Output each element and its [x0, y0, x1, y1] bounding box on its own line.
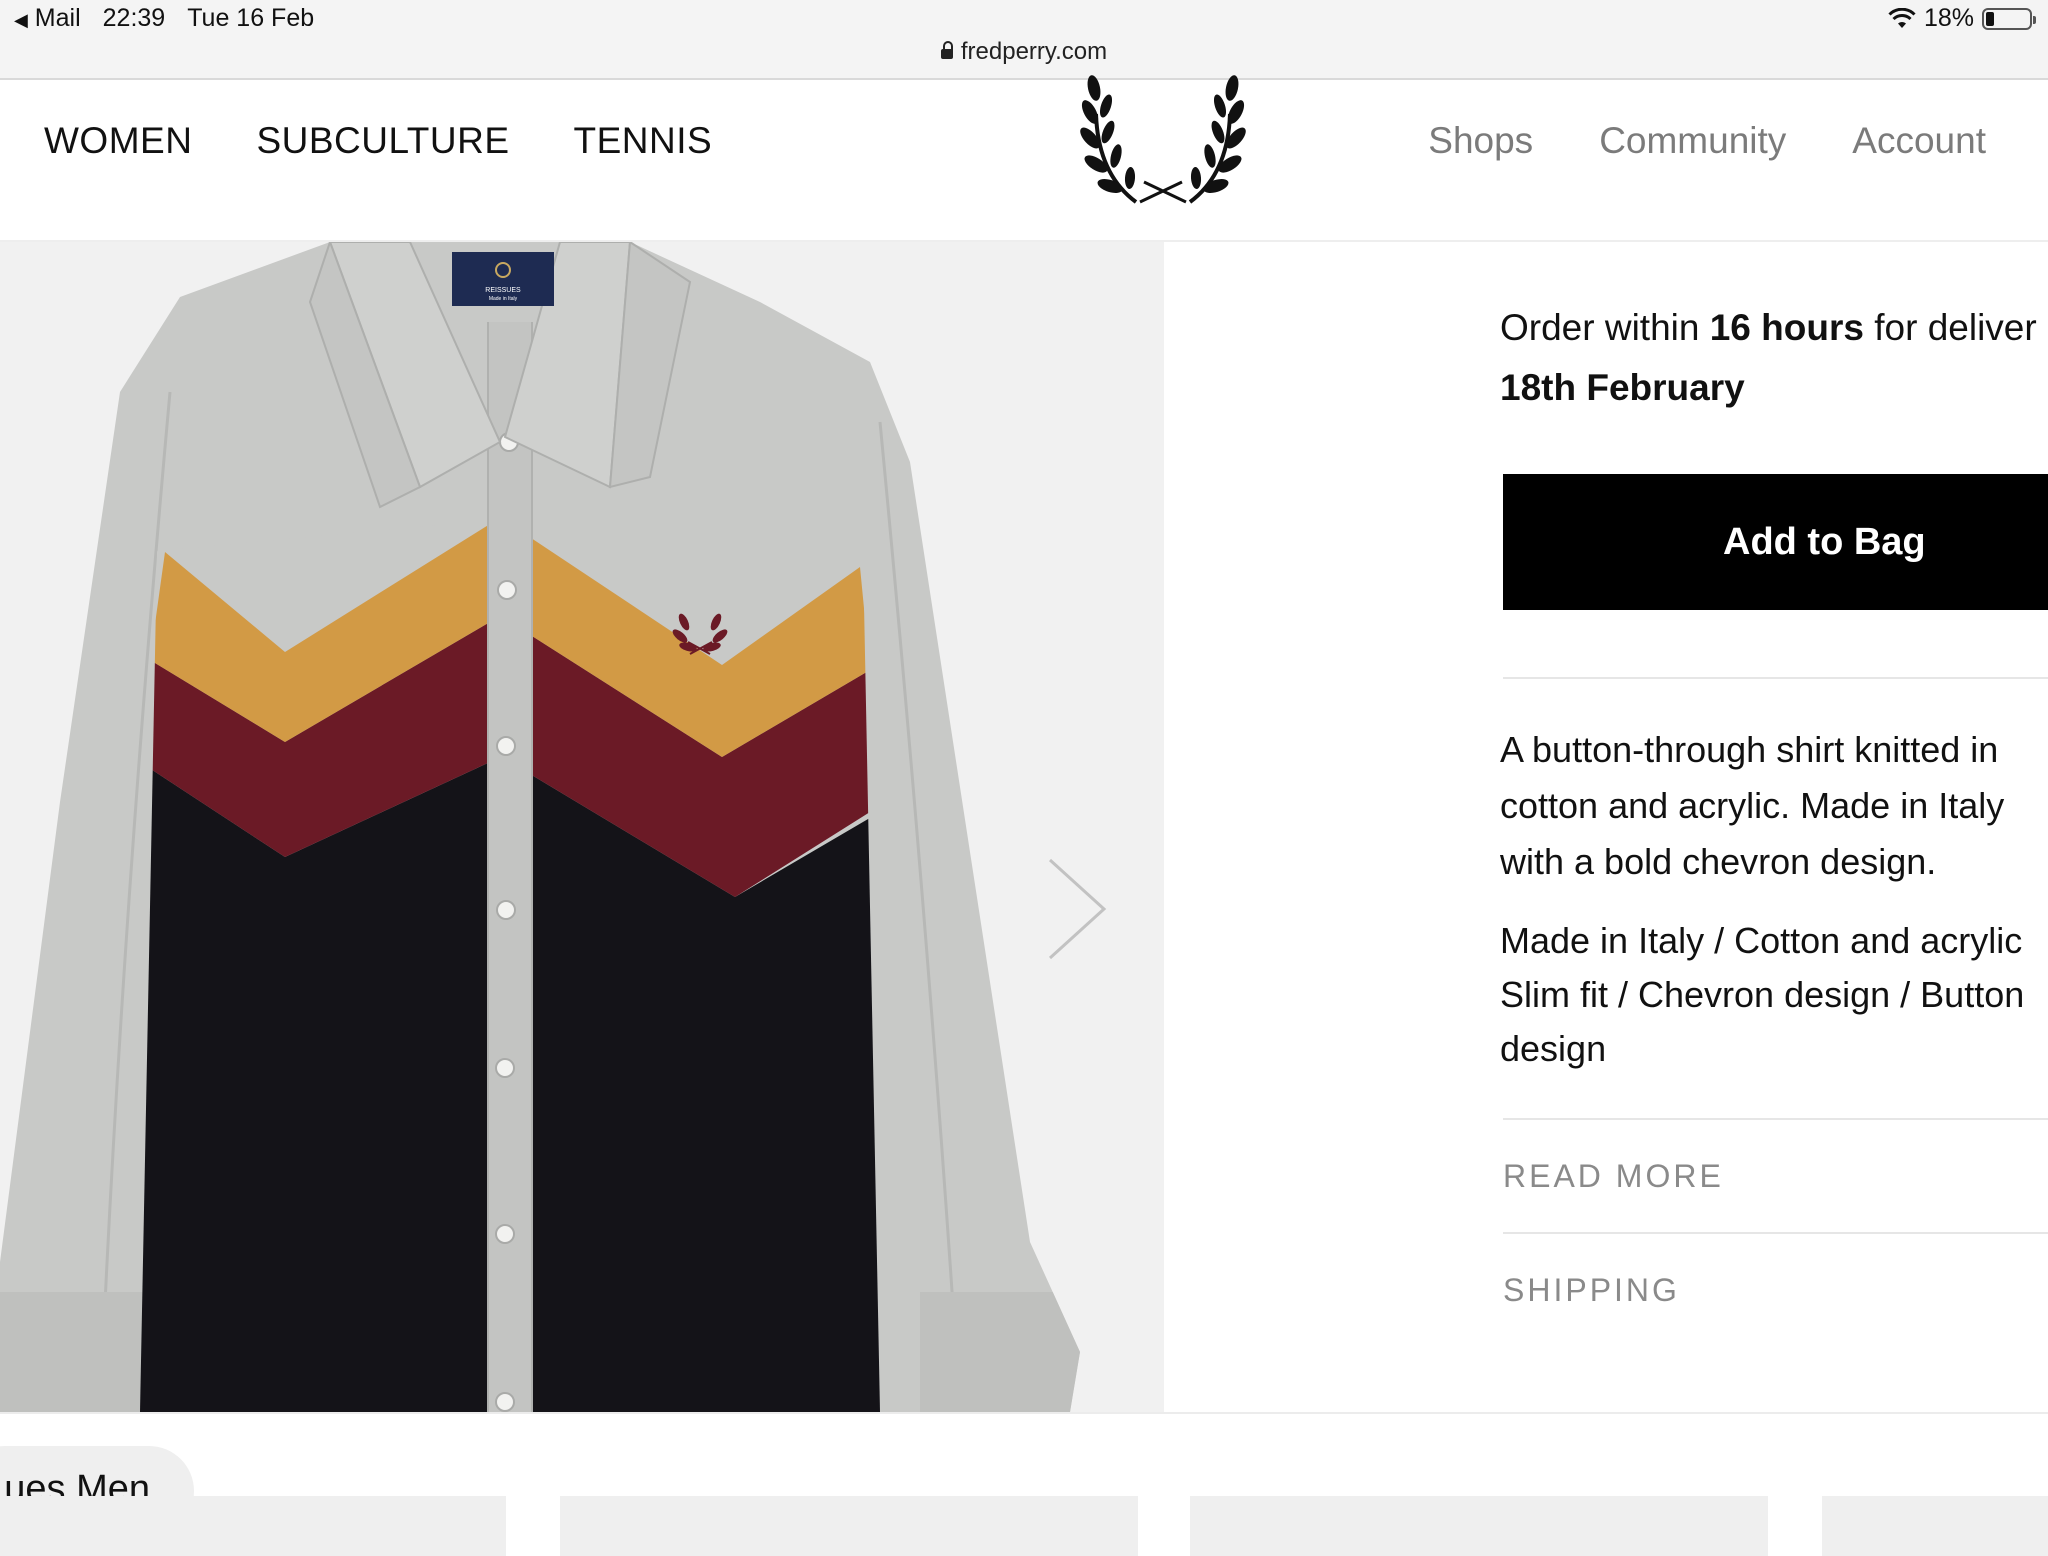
related-product-card[interactable]	[0, 1496, 506, 1556]
laurel-wreath-logo-icon[interactable]	[1078, 74, 1248, 206]
neck-label-line-2: Made in Italy	[489, 296, 518, 302]
nav-subculture[interactable]: SUBCULTURE	[256, 120, 509, 162]
secondary-nav: Shops Community Account	[1428, 120, 1986, 162]
site-header: WOMEN SUBCULTURE TENNIS Shops Community …	[0, 75, 2048, 242]
add-to-bag-button[interactable]: Add to Bag	[1503, 474, 2048, 610]
description-line: cotton and acrylic. Made in Italy	[1500, 785, 2005, 826]
status-bar-right: 18%	[1888, 4, 2036, 33]
delivery-prefix: Order within	[1500, 307, 1710, 348]
nav-women[interactable]: WOMEN	[44, 120, 192, 162]
battery-percent: 18%	[1923, 4, 1974, 32]
wifi-icon	[1888, 7, 1916, 28]
product-description: A button-through shirt knitted in cotton…	[1500, 722, 2048, 890]
divider	[1503, 1118, 2048, 1120]
back-to-app-link[interactable]: ◀ Mail	[14, 4, 81, 33]
battery-icon	[1982, 7, 2036, 30]
features-line: Slim fit / Chevron design / Button	[1500, 974, 2025, 1015]
delivery-date: 18th February	[1500, 367, 1745, 408]
back-triangle-icon: ◀	[14, 10, 28, 30]
status-bar-left: ◀ Mail 22:39 Tue 16 Feb	[14, 4, 314, 33]
product-photo-shirt: REISSUES Made in Italy	[0, 242, 1164, 1412]
product-features: Made in Italy / Cotton and acrylic Slim …	[1500, 914, 2048, 1076]
divider	[1503, 1232, 2048, 1234]
nav-account[interactable]: Account	[1852, 120, 1986, 162]
primary-nav: WOMEN SUBCULTURE TENNIS	[44, 120, 712, 162]
back-app-label: Mail	[34, 4, 81, 32]
nav-tennis[interactable]: TENNIS	[574, 120, 713, 162]
status-bar: ◀ Mail 22:39 Tue 16 Feb 18% fredperry.co…	[0, 0, 2048, 80]
section-divider	[0, 1412, 2048, 1414]
neck-label-line-1: REISSUES	[485, 287, 521, 294]
product-image[interactable]: REISSUES Made in Italy	[0, 242, 1164, 1412]
product-info-panel: Order within 16 hours for deliver 18th F…	[1500, 242, 2048, 1412]
description-line: with a bold chevron design.	[1500, 841, 1937, 882]
delivery-message: Order within 16 hours for deliver 18th F…	[1500, 298, 2037, 418]
description-line: A button-through shirt knitted in	[1500, 729, 1999, 770]
battery-fill	[1986, 11, 1994, 26]
shipping-toggle[interactable]: SHIPPING	[1503, 1272, 1680, 1309]
related-product-card[interactable]	[1190, 1496, 1768, 1556]
nav-community[interactable]: Community	[1599, 120, 1786, 162]
clock-date: Tue 16 Feb	[187, 4, 315, 32]
lock-icon	[940, 41, 953, 59]
clock-time: 22:39	[102, 4, 166, 32]
related-product-card[interactable]	[560, 1496, 1138, 1556]
related-product-card[interactable]	[1822, 1496, 2048, 1556]
delivery-suffix: for deliver	[1863, 307, 2037, 348]
features-line: Made in Italy / Cotton and acrylic	[1500, 920, 2023, 961]
next-image-chevron-icon[interactable]	[1042, 854, 1112, 964]
delivery-hours: 16 hours	[1709, 307, 1864, 348]
divider	[1503, 677, 2048, 679]
features-line: design	[1500, 1028, 1607, 1069]
nav-shops[interactable]: Shops	[1428, 120, 1533, 162]
read-more-toggle[interactable]: READ MORE	[1503, 1158, 1724, 1195]
url-text: fredperry.com	[960, 38, 1108, 65]
address-bar[interactable]: fredperry.com	[0, 38, 2048, 66]
